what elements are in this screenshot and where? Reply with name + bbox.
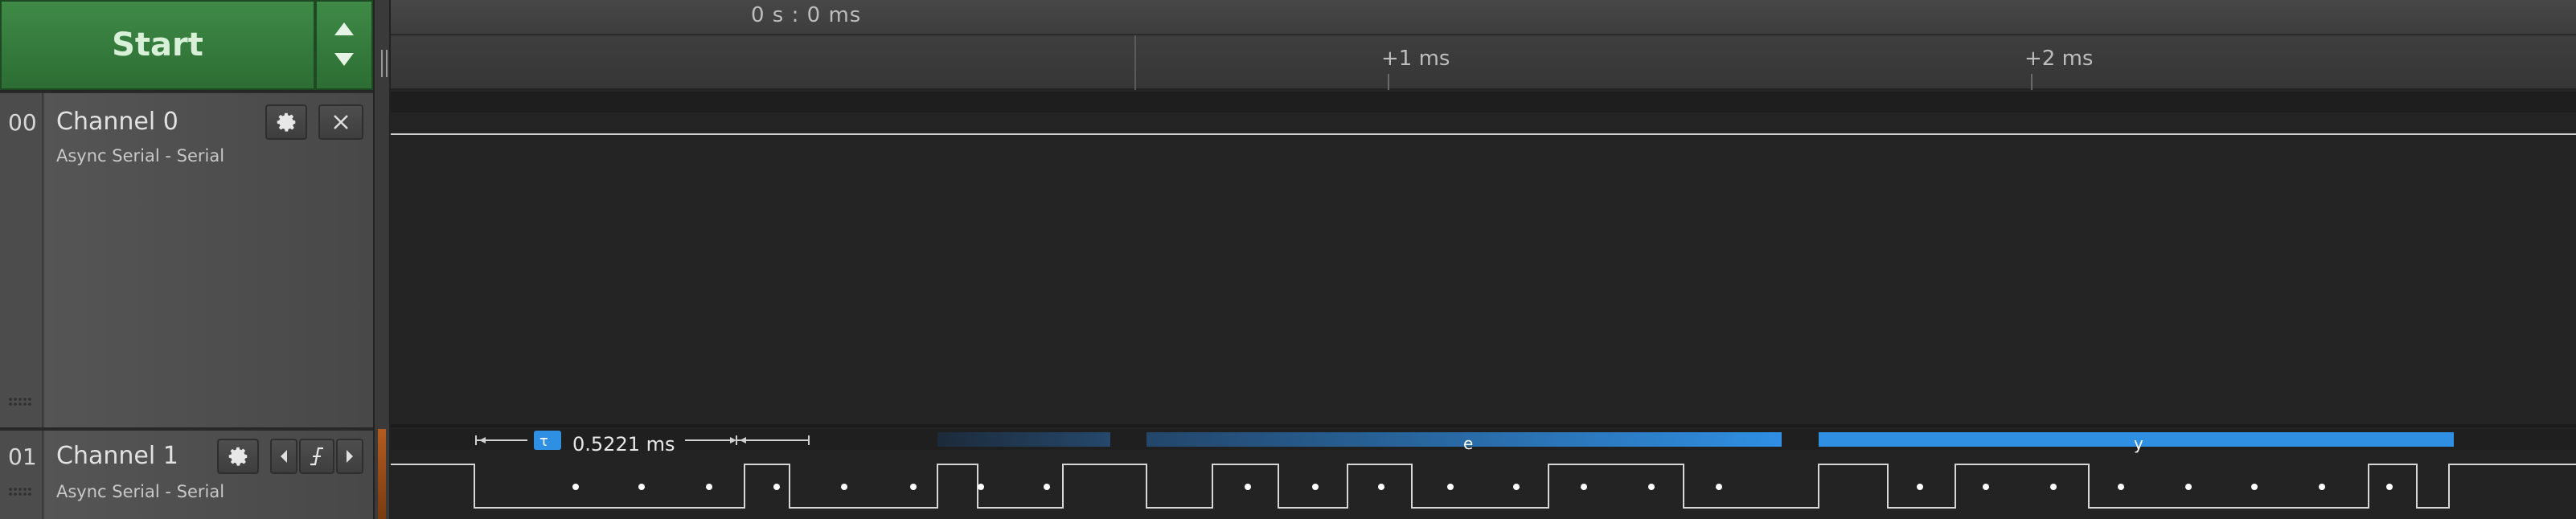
channel-0-number: 00 [8, 109, 37, 136]
chevron-right-icon [347, 450, 353, 463]
arrow-down-icon[interactable] [334, 53, 354, 66]
absolute-time-bar: 0 s : 0 ms [391, 0, 2576, 35]
channel-0-settings-button[interactable] [265, 104, 307, 140]
channel-1-name[interactable]: Channel 1 [56, 442, 178, 470]
previous-edge-button[interactable] [270, 439, 297, 474]
arrow-up-icon[interactable] [334, 22, 354, 35]
channel-number-column: 01 [0, 431, 43, 519]
start-label: Start [112, 27, 203, 63]
time-origin-marker [1134, 35, 1136, 90]
channel-number-column: 00 [0, 93, 43, 427]
start-button[interactable]: Start [0, 0, 315, 90]
channel-1-waveform[interactable]: τ 0.5221 ms e y [391, 429, 2576, 519]
channel-1-header[interactable]: 01 Channel 1 Async Serial - Serial [0, 429, 373, 519]
waveform-area[interactable]: τ 0.5221 ms e y [391, 92, 2576, 519]
channel-0-waveform[interactable] [391, 92, 2576, 427]
channel-0-decode-strip [391, 92, 2576, 112]
channel-1-signal-svg: τ [391, 429, 2576, 509]
tick-mark [2031, 74, 2032, 90]
rising-edge-icon [310, 447, 323, 466]
svg-text:τ: τ [539, 433, 548, 450]
channel-0-close-button[interactable] [318, 104, 363, 140]
start-options-toggle[interactable] [315, 0, 373, 90]
decoded-value-y[interactable]: y [2134, 434, 2143, 453]
close-icon [334, 115, 348, 129]
tick-label-2ms: +2 ms [2024, 47, 2094, 71]
channel-0-name[interactable]: Channel 0 [56, 108, 178, 136]
decoded-frame-partial [937, 432, 1110, 447]
channel-0-analyzer: Async Serial - Serial [56, 146, 225, 166]
gear-icon [277, 112, 296, 132]
pulse-width-measurement[interactable]: 0.5221 ms [572, 433, 675, 456]
timeline-ruler[interactable]: 0 s : 0 ms +1 ms +2 ms [391, 0, 2576, 90]
channel-1-settings-button[interactable] [217, 439, 259, 474]
relative-time-bar [391, 37, 2576, 90]
gear-icon [228, 447, 248, 466]
channel-0-signal-line [391, 133, 2576, 135]
drag-grip-icon[interactable] [8, 397, 32, 407]
absolute-time-label: 0 s : 0 ms [751, 3, 862, 27]
channel-1-number: 01 [8, 443, 37, 470]
splitter-grip-icon[interactable] [381, 50, 388, 77]
channel-1-analyzer: Async Serial - Serial [56, 482, 225, 501]
next-edge-button[interactable] [336, 439, 363, 474]
decoded-value-e[interactable]: e [1463, 434, 1473, 453]
trigger-button[interactable] [299, 439, 334, 474]
tick-mark [1388, 74, 1389, 90]
drag-grip-icon[interactable] [8, 487, 32, 497]
channel-1-active-marker [378, 429, 386, 519]
tick-label-1ms: +1 ms [1381, 47, 1450, 71]
channel-0-header[interactable]: 00 Channel 0 Async Serial - Serial [0, 92, 373, 427]
chevron-left-icon [281, 450, 287, 463]
